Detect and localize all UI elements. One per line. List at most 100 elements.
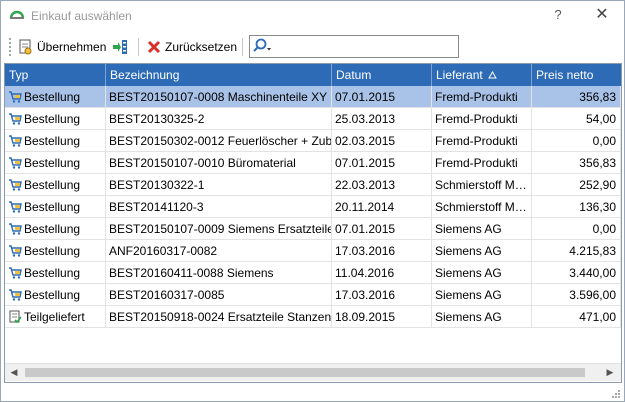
cell-text: ANF20160317-0082 (109, 244, 218, 258)
order-cart-icon (9, 223, 22, 235)
toolbar-grip[interactable] (9, 38, 11, 56)
order-cart-icon (9, 91, 22, 103)
cell-bezeichnung: BEST20160411-0088 Siemens (106, 262, 332, 284)
import-arrows-icon[interactable] (112, 39, 128, 55)
order-cart-icon (9, 157, 22, 169)
col-header-bezeichnung[interactable]: Bezeichnung (106, 64, 332, 86)
cell-text: 25.03.2013 (335, 112, 396, 126)
cell-preis-netto: 0,00 (532, 218, 621, 240)
cell-text: 356,83 (579, 156, 616, 170)
cell-text: 3.596,00 (569, 288, 616, 302)
window-title: Einkauf auswählen (31, 9, 132, 23)
cell-text: Siemens AG (435, 288, 502, 302)
cell-preis-netto: 4.215,83 (532, 240, 621, 262)
horizontal-scrollbar[interactable]: ◀ ▶ (5, 363, 621, 381)
cell-text: Schmierstoff M… (435, 178, 527, 192)
uebernehmen-label: Übernehmen (37, 40, 107, 54)
cell-text: Siemens AG (435, 266, 502, 280)
scroll-right-icon[interactable]: ▶ (603, 366, 617, 379)
cell-datum: 11.04.2016 (332, 262, 432, 284)
col-header-lieferant[interactable]: Lieferant (432, 64, 532, 86)
cell-preis-netto: 252,90 (532, 174, 621, 196)
cell-text: Bestellung (24, 244, 81, 258)
cell-datum: 07.01.2015 (332, 86, 432, 108)
cell-text: Bestellung (24, 90, 81, 104)
table-row[interactable]: Bestellung BEST20150107-0009 Siemens Ersa… (5, 218, 621, 240)
table-row[interactable]: Bestellung BEST20130322-1 22.03.2013 Schmie… (5, 174, 621, 196)
cell-bezeichnung: BEST20130325-2 (106, 108, 332, 130)
cell-preis-netto: 54,00 (532, 108, 621, 130)
cell-text: Bestellung (24, 222, 81, 236)
scroll-thumb[interactable] (25, 368, 585, 377)
cell-text: BEST20150107-0008 Maschinenteile XY (109, 90, 328, 104)
resize-grip-icon[interactable] (611, 389, 621, 399)
cell-text: BEST20150918-0024 Ersatzteile Stanzen (109, 310, 332, 324)
cell-text: Siemens AG (435, 244, 502, 258)
order-cart-icon (9, 289, 22, 301)
cell-datum: 22.03.2013 (332, 174, 432, 196)
col-header-preis-netto[interactable]: Preis netto (532, 64, 621, 86)
cell-typ: Bestellung (5, 86, 106, 108)
cell-bezeichnung: BEST20150918-0024 Ersatzteile Stanzen (106, 306, 332, 328)
table-row[interactable]: Teilgeliefert BEST20150918-0024 Ersatztei… (5, 306, 621, 328)
table-row[interactable]: Bestellung BEST20150107-0008 Maschinentei… (5, 86, 621, 108)
order-cart-icon (9, 267, 22, 279)
zuruecksetzen-button[interactable]: Zurücksetzen (147, 36, 237, 58)
cell-lieferant: Fremd-Produkti (432, 152, 532, 174)
cell-text: 136,30 (579, 200, 616, 214)
help-button[interactable]: ? (551, 7, 565, 23)
cell-text: 07.01.2015 (335, 90, 396, 104)
cell-datum: 17.03.2016 (332, 240, 432, 262)
col-header-typ[interactable]: Typ (5, 64, 106, 86)
cell-datum: 07.01.2015 (332, 152, 432, 174)
order-cart-icon (9, 113, 22, 125)
cell-text: Fremd-Produkti (435, 112, 518, 126)
purchase-grid: Typ Bezeichnung Datum Lieferant Preis ne… (4, 63, 622, 383)
cell-text: Fremd-Produkti (435, 90, 518, 104)
cell-text: BEST20150302-0012 Feuerlöscher + Zub… (109, 134, 332, 148)
cell-text: Teilgeliefert (24, 310, 85, 324)
cell-text: BEST20150107-0010 Büromaterial (109, 156, 296, 170)
cell-typ: Bestellung (5, 196, 106, 218)
table-row[interactable]: Bestellung BEST20150107-0010 Büromaterial… (5, 152, 621, 174)
cell-bezeichnung: BEST20150107-0008 Maschinenteile XY (106, 86, 332, 108)
table-row[interactable]: Bestellung BEST20130325-2 25.03.2013 Fremd-… (5, 108, 621, 130)
table-row[interactable]: Bestellung BEST20150302-0012 Feuerlöscher… (5, 130, 621, 152)
cell-text: BEST20160317-0085 (109, 288, 225, 302)
table-row[interactable]: Bestellung BEST20160317-0085 17.03.2016 Sie… (5, 284, 621, 306)
table-row[interactable]: Bestellung ANF20160317-0082 17.03.2016 Siem… (5, 240, 621, 262)
partial-delivery-icon (9, 310, 22, 324)
cell-text: 17.03.2016 (335, 288, 396, 302)
order-cart-icon (9, 179, 22, 191)
search-input[interactable] (249, 35, 459, 58)
cell-text: Bestellung (24, 134, 81, 148)
cell-text: 4.215,83 (569, 244, 616, 258)
cell-datum: 02.03.2015 (332, 130, 432, 152)
close-button[interactable]: ✕ (594, 6, 610, 24)
cell-text: 07.01.2015 (335, 156, 396, 170)
col-header-datum[interactable]: Datum (332, 64, 432, 86)
cell-text: Fremd-Produkti (435, 156, 518, 170)
cell-text: 0,00 (592, 134, 616, 148)
cell-datum: 17.03.2016 (332, 284, 432, 306)
cell-text: BEST20150107-0009 Siemens Ersatzteile (109, 222, 332, 236)
title-bar: Einkauf auswählen ? ✕ (1, 1, 624, 32)
cell-lieferant: Fremd-Produkti (432, 86, 532, 108)
cell-text: Bestellung (24, 156, 81, 170)
table-row[interactable]: Bestellung BEST20141120-3 20.11.2014 Schmie… (5, 196, 621, 218)
cell-lieferant: Siemens AG (432, 306, 532, 328)
cell-lieferant: Siemens AG (432, 240, 532, 262)
scroll-left-icon[interactable]: ◀ (7, 366, 21, 379)
search-icon[interactable] (252, 38, 274, 54)
cell-text: BEST20141120-3 (109, 200, 204, 214)
cell-typ: Bestellung (5, 152, 106, 174)
app-arc-icon (9, 10, 25, 19)
toolbar-separator (242, 38, 243, 56)
cell-datum: 18.09.2015 (332, 306, 432, 328)
col-header-lieferant-label: Lieferant (436, 68, 483, 82)
cell-text: 11.04.2016 (335, 266, 395, 280)
cell-typ: Teilgeliefert (5, 306, 106, 328)
cell-bezeichnung: ANF20160317-0082 (106, 240, 332, 262)
uebernehmen-button[interactable]: Übernehmen (17, 36, 106, 58)
table-row[interactable]: Bestellung BEST20160411-0088 Siemens 11.04… (5, 262, 621, 284)
